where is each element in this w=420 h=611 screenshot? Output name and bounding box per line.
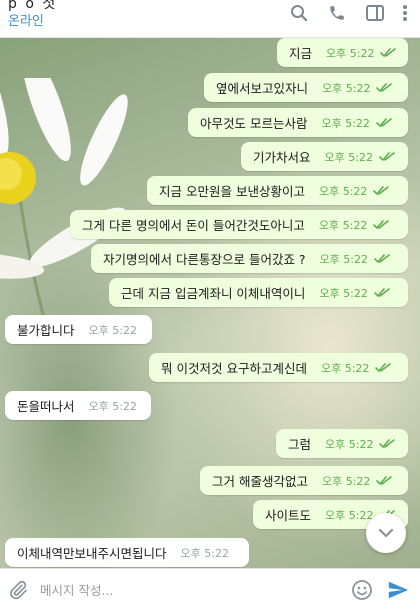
message-text: 지금 오만원을 보낸상황이고: [159, 184, 305, 199]
sidebar-toggle-icon[interactable]: [356, 2, 394, 24]
outgoing-message[interactable]: 지금 오후 5:22: [277, 38, 408, 67]
attach-icon[interactable]: [0, 572, 36, 608]
message-time: 오후 5:22: [88, 399, 137, 413]
message-time: 오후 5:22: [321, 116, 370, 130]
message-meta: 오후 5:22: [319, 285, 390, 301]
message-text: 아무것도 모르는사람: [200, 116, 308, 131]
double-check-icon: [376, 82, 393, 92]
message-meta: 오후 5:22: [321, 115, 392, 131]
message-text: 이체내역만보내주시면됩니다: [17, 546, 167, 561]
message-text: 자기명의에서 다른통장으로 들어갔죠 ?: [103, 252, 306, 267]
outgoing-message[interactable]: 근데 지금 입금계좌니 이체내역이니 오후 5:22: [109, 278, 408, 307]
message-time: 오후 5:22: [321, 474, 371, 488]
message-text: 근데 지금 입금계좌니 이체내역이니: [121, 286, 306, 301]
outgoing-message[interactable]: 자기명의에서 다른통장으로 들어갔죠 ? 오후 5:22: [91, 244, 408, 273]
incoming-message[interactable]: 이체내역만보내주시면됩니다 오후 5:22: [5, 538, 249, 567]
chevron-down-icon: [378, 528, 394, 538]
message-meta: 오후 5:22: [325, 149, 395, 165]
message-meta: 오후 5:22: [320, 251, 390, 267]
message-meta: 오후 5:22: [89, 322, 137, 338]
message-meta: 오후 5:22: [89, 398, 137, 414]
double-check-icon: [379, 151, 395, 161]
message-meta: 오후 5:22: [322, 80, 393, 96]
message-text: 사이트도: [265, 508, 312, 523]
message-text: 그게 다른 명의에서 돈이 들어간것도아니고: [82, 218, 305, 233]
outgoing-message[interactable]: 뭐 이것저것 요구하고계신데 오후 5:22: [149, 353, 408, 382]
message-meta: 오후 5:22: [318, 217, 390, 233]
message-meta: 오후 5:22: [181, 545, 229, 561]
message-text: 뭐 이것저것 요구하고계신데: [161, 361, 307, 376]
composer: [0, 568, 420, 611]
outgoing-message[interactable]: 옆에서보고있자니 오후 5:22: [204, 73, 408, 102]
search-icon[interactable]: [280, 2, 318, 24]
outgoing-message[interactable]: 그거 해줄생각없고 오후 5:22: [200, 466, 408, 495]
message-meta: 오후 5:22: [318, 183, 390, 199]
message-time: 오후 5:22: [325, 508, 374, 522]
double-check-icon: [375, 362, 392, 372]
double-check-icon: [374, 287, 390, 297]
double-check-icon: [374, 253, 390, 263]
message-text: 그거 해줄생각없고: [212, 474, 308, 489]
message-meta: 오후 5:22: [326, 45, 397, 61]
message-time: 오후 5:22: [319, 286, 368, 300]
message-time: 오후 5:22: [325, 437, 374, 451]
message-text: 옆에서보고있자니: [216, 81, 309, 96]
outgoing-message[interactable]: 그게 다른 명의에서 돈이 들어간것도아니고 오후 5:22: [70, 210, 408, 239]
incoming-message[interactable]: 돈을떠나서 오후 5:22: [5, 391, 151, 420]
message-time: 오후 5:22: [318, 218, 368, 232]
message-meta: 오후 5:22: [321, 473, 393, 489]
message-text: 돈을떠나서: [17, 399, 75, 414]
message-time: 오후 5:22: [319, 252, 369, 266]
double-check-icon: [376, 117, 392, 127]
header-actions: [280, 0, 420, 24]
outgoing-message[interactable]: 기가차서요 오후 5:22: [241, 142, 408, 171]
double-check-icon: [373, 219, 390, 229]
double-check-icon: [380, 47, 397, 57]
more-vertical-icon[interactable]: [394, 2, 416, 24]
chat-name: p o 첫: [8, 0, 58, 12]
message-text: 기가차서요: [253, 150, 311, 165]
message-meta: 오후 5:22: [325, 436, 396, 452]
chat-status: 온라인: [8, 14, 44, 29]
double-check-icon: [373, 185, 390, 195]
chat-title-block[interactable]: p o 첫 온라인: [0, 0, 280, 30]
scroll-down-button[interactable]: [366, 513, 406, 553]
incoming-message[interactable]: 불가합니다 오후 5:22: [5, 315, 152, 344]
phone-icon[interactable]: [318, 2, 356, 24]
outgoing-message[interactable]: 지금 오만원을 보낸상황이고 오후 5:22: [147, 176, 408, 205]
message-time: 오후 5:22: [322, 81, 371, 95]
message-text: 그럼: [288, 437, 312, 452]
message-text: 불가합니다: [17, 323, 75, 338]
message-time: 오후 5:22: [326, 46, 375, 60]
message-time: 오후 5:22: [324, 150, 373, 164]
send-icon[interactable]: [380, 572, 416, 608]
message-time: 오후 5:22: [180, 546, 229, 560]
message-meta: 오후 5:22: [320, 360, 392, 376]
message-time: 오후 5:22: [318, 184, 368, 198]
chat-header: p o 첫 온라인: [0, 0, 420, 38]
double-check-icon: [379, 438, 396, 448]
double-check-icon: [376, 475, 393, 485]
message-input[interactable]: [36, 582, 344, 598]
message-time: 오후 5:22: [88, 323, 137, 337]
message-time: 오후 5:22: [320, 361, 370, 375]
message-text: 지금: [289, 46, 313, 61]
outgoing-message[interactable]: 그럼 오후 5:22: [276, 429, 408, 458]
emoji-icon[interactable]: [344, 572, 380, 608]
outgoing-message[interactable]: 아무것도 모르는사람 오후 5:22: [188, 108, 408, 137]
chat-history[interactable]: 지금 오후 5:22 옆에서보고있자니 오후 5:22 아무것도 모르는사람 오후 5:2…: [0, 38, 420, 568]
